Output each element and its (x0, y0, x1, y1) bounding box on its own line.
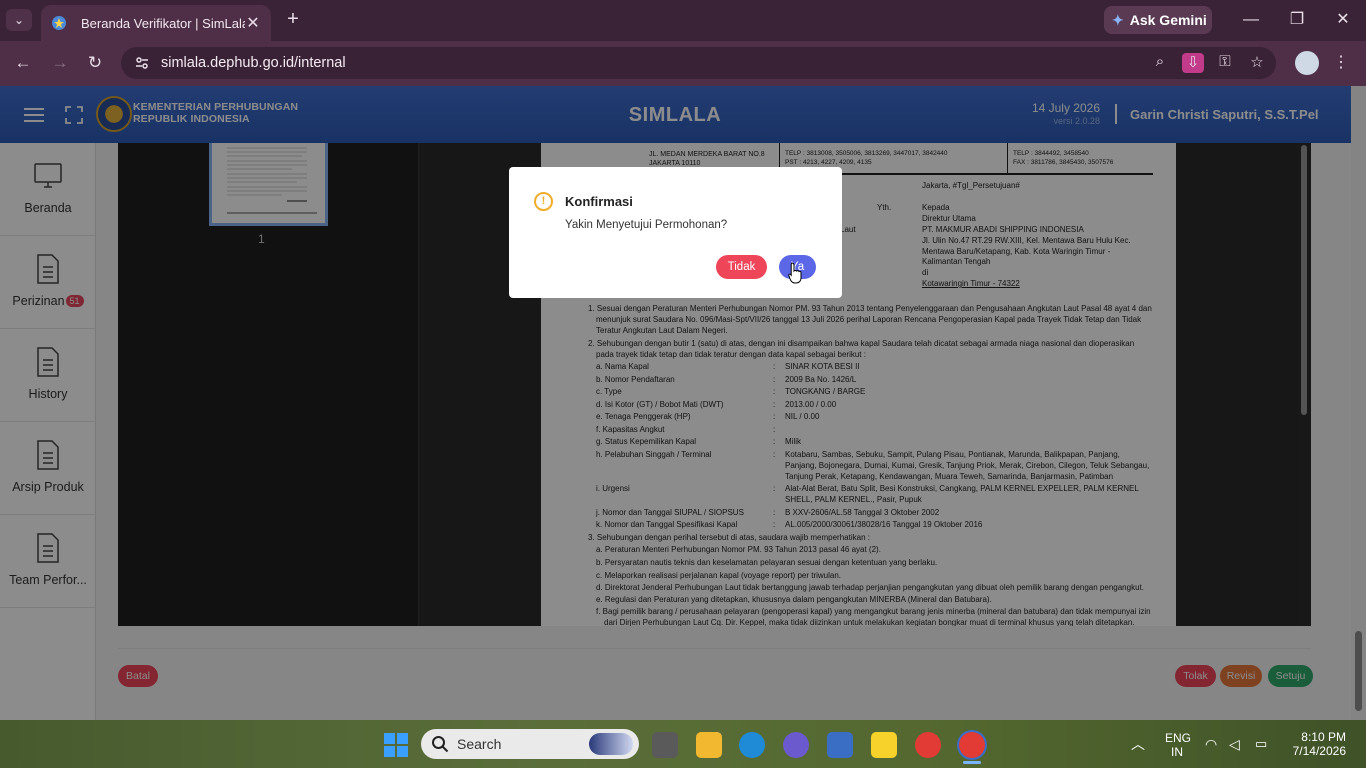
browser-menu-icon[interactable]: ⋮ (1333, 52, 1349, 72)
windows-start-icon[interactable] (384, 733, 408, 757)
reload-icon[interactable]: ↻ (83, 51, 107, 75)
task-view-icon[interactable] (652, 732, 678, 758)
dialog-no-button[interactable]: Tidak (716, 255, 767, 279)
tab-title: Beranda Verifikator | SimLala (81, 15, 245, 31)
browser-tab-active[interactable]: Beranda Verifikator | SimLala ✕ (41, 5, 271, 41)
restore-window-icon[interactable]: ❐ (1282, 8, 1312, 32)
new-tab-plus-icon[interactable]: + (282, 8, 304, 32)
dialog-message: Yakin Menyetujui Permohonan? (565, 219, 728, 231)
lang-line-1: ENG (1165, 731, 1192, 745)
search-placeholder: Search (457, 736, 502, 752)
dialog-title: Konfirmasi (565, 194, 633, 209)
active-app-indicator (963, 761, 981, 764)
windows-taskbar (0, 720, 1366, 768)
chrome-profile-icon[interactable] (959, 732, 985, 758)
url-text: simlala.dephub.go.id/internal (161, 55, 346, 71)
taskbar-search-box[interactable]: Search (421, 729, 639, 759)
language-indicator[interactable]: ENG IN (1165, 731, 1191, 759)
address-bar[interactable]: simlala.dephub.go.id/internal (121, 47, 1276, 79)
close-window-icon[interactable]: ✕ (1328, 8, 1358, 32)
app-icon[interactable] (783, 732, 809, 758)
zoom-search-icon[interactable]: ⌕ (1149, 53, 1171, 73)
back-arrow-icon[interactable]: ← (11, 51, 35, 75)
tab-list-chevron-icon[interactable]: ⌄ (6, 9, 32, 31)
gemini-sparkle-icon: ✦ (1112, 11, 1124, 28)
ask-gemini-label: Ask Gemini (1129, 12, 1207, 28)
camera-app-icon[interactable] (827, 732, 853, 758)
lang-line-2: IN (1171, 745, 1183, 759)
close-tab-icon[interactable]: ✕ (245, 13, 261, 33)
bookmark-star-icon[interactable]: ☆ (1246, 53, 1268, 73)
clock-time: 8:10 PM (1301, 730, 1346, 744)
battery-icon[interactable]: ▭ (1255, 736, 1267, 752)
clock-date: 7/14/2026 (1292, 744, 1346, 758)
minimize-icon[interactable]: — (1236, 8, 1266, 32)
volume-icon[interactable]: ◁ (1229, 736, 1240, 753)
tray-chevron-up-icon[interactable]: ︿ (1131, 734, 1145, 754)
forward-arrow-icon[interactable]: → (48, 51, 72, 75)
edge-browser-icon[interactable] (739, 732, 765, 758)
sticky-notes-icon[interactable] (871, 732, 897, 758)
clock[interactable]: 8:10 PM 7/14/2026 (1286, 730, 1346, 758)
search-icon (431, 735, 449, 753)
ask-gemini-button[interactable]: ✦ Ask Gemini (1104, 6, 1212, 34)
profile-avatar[interactable] (1295, 51, 1319, 75)
install-app-icon[interactable]: ⇩ (1182, 53, 1204, 73)
star-favicon-icon (51, 15, 67, 31)
hand-pointer-cursor-icon (788, 262, 802, 284)
warning-exclamation-icon: ! (534, 192, 553, 211)
password-key-icon[interactable]: ⚿ (1214, 53, 1236, 73)
search-highlight-soccer-icon (589, 733, 633, 755)
site-info-tune-icon[interactable] (133, 54, 151, 72)
chrome-icon[interactable] (915, 732, 941, 758)
wifi-icon[interactable]: ◠ (1205, 736, 1217, 753)
file-explorer-icon[interactable] (696, 732, 722, 758)
